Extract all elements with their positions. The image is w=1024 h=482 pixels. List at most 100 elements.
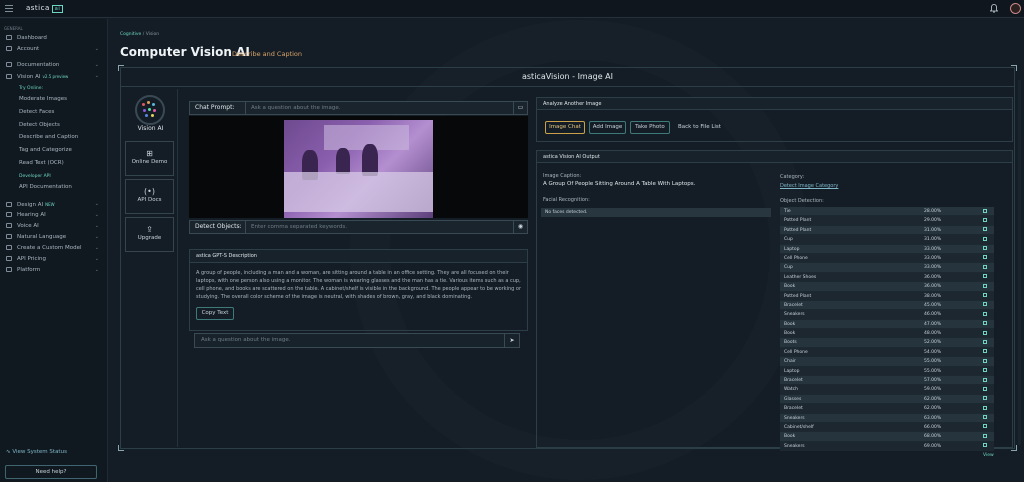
table-row: Laptop55.00%View	[780, 366, 994, 383]
chevron-down-icon: ⌄	[94, 211, 99, 218]
system-status-link[interactable]: ∿ View System Status	[6, 449, 67, 455]
table-row: Bracelet57.00%View	[780, 376, 994, 392]
sidebar-item[interactable]: Natural Language ⌄	[0, 232, 107, 243]
logo-dot	[142, 103, 145, 106]
page-title: Computer Vision AI	[120, 45, 250, 59]
back-to-file-list-link[interactable]: Back to File List	[678, 124, 721, 130]
image-preview-area	[189, 116, 528, 218]
object-name: Cabinet/shelf	[784, 424, 814, 430]
object-name: Bracelet	[784, 378, 803, 384]
view-icon	[983, 386, 987, 391]
sidebar-item[interactable]: Design AI NEW ⌄	[0, 199, 107, 210]
detect-objects-input[interactable]: Enter comma separated keywords.	[251, 221, 347, 233]
sidebar-item[interactable]: Create a Custom Model ⌄	[0, 243, 107, 254]
object-name: Sneakers	[784, 312, 805, 318]
detect-category-link[interactable]: Detect Image Category	[780, 183, 838, 189]
object-name: Tie	[784, 209, 791, 214]
sidebar-item-icon	[6, 35, 12, 40]
object-name: Bracelet	[784, 302, 803, 308]
table-row: Book48.00%View	[780, 329, 994, 345]
table-row: Cell Phone54.00%View	[780, 347, 994, 364]
sidebar-item[interactable]: Account ⌄	[0, 44, 107, 55]
sidebar-subitem[interactable]: Detect Objects	[0, 119, 107, 132]
send-icon[interactable]: ➤	[504, 334, 519, 347]
sidebar-subitem[interactable]: API Documentation	[0, 181, 107, 194]
object-confidence: 38.00%	[924, 293, 942, 299]
page-subtitle: Describe and Caption	[232, 50, 303, 58]
sidebar-item[interactable]: Dashboard	[0, 33, 107, 44]
view-object-button[interactable]: View	[983, 442, 994, 461]
object-confidence: 69.00%	[924, 443, 942, 449]
object-name: Potted Plant	[784, 218, 812, 224]
object-confidence: 62.00%	[924, 406, 942, 412]
chevron-down-icon: ⌄	[94, 73, 99, 79]
chevron-down-icon: ⌄	[94, 222, 99, 229]
object-name: Potted Plant	[784, 293, 812, 299]
need-help-button[interactable]: Need help?	[5, 465, 97, 479]
ask-question-input[interactable]: Ask a question about the image.	[201, 334, 290, 347]
sidebar-subitem[interactable]: Moderate Images	[0, 93, 107, 106]
table-row: Cup33.00%View	[780, 263, 994, 280]
view-icon	[983, 264, 987, 269]
sidebar-subitem[interactable]: Detect Faces	[0, 106, 107, 119]
sidebar-item[interactable]: Hearing AI ⌄	[0, 210, 107, 221]
sidebar-item[interactable]: API Pricing ⌄	[0, 254, 107, 265]
chat-prompt-input[interactable]: Ask a question about the image.	[251, 102, 340, 114]
user-avatar[interactable]	[1010, 3, 1021, 14]
uploaded-image[interactable]	[284, 120, 433, 218]
sidebar-item-icon	[6, 233, 12, 239]
object-name: Cell Phone	[784, 255, 808, 261]
object-name: Chair	[784, 359, 796, 365]
view-icon	[983, 377, 987, 382]
online-demo-label: Online Demo	[131, 159, 168, 165]
object-name: Leather Shoes	[784, 274, 817, 280]
sidebar-item[interactable]: Documentation ⌄	[0, 60, 107, 71]
sidebar-item-icon	[6, 62, 12, 67]
object-confidence: 68.00%	[924, 434, 942, 440]
menu-icon[interactable]	[5, 5, 13, 12]
copy-text-button[interactable]: Copy Text	[196, 307, 234, 320]
sidebar-item[interactable]: Voice AI ⌄	[0, 221, 107, 232]
logo-dot	[148, 108, 151, 111]
online-demo-button[interactable]: ⊞ Online Demo	[125, 141, 174, 176]
upgrade-button[interactable]: ⇪ Upgrade	[125, 217, 174, 252]
sidebar-subitem[interactable]: Describe and Caption	[0, 131, 107, 144]
sidebar-item-label: Create a Custom Model	[17, 244, 82, 251]
view-icon	[983, 349, 987, 354]
sidebar-item[interactable]: Platform ⌄	[0, 265, 107, 276]
table-row: Tie28.00%View	[780, 207, 994, 223]
api-docs-button[interactable]: (•) API Docs	[125, 179, 174, 214]
brand-logo[interactable]: astica ai	[26, 4, 64, 13]
object-confidence: 33.00%	[924, 255, 942, 261]
sidebar-subitem[interactable]: Read Text (OCR)	[0, 157, 107, 170]
system-status-label: View System Status	[12, 449, 67, 455]
object-detection-table: Tie28.00%ViewPotted Plant29.00%ViewPotte…	[780, 207, 994, 458]
object-name: Glasses	[784, 396, 802, 402]
breadcrumb-cognitive[interactable]: Cognitive	[120, 32, 141, 37]
sidebar-item-label: Hearing AI	[17, 211, 46, 218]
gpt-description-title: astica GPT-S Description	[190, 250, 527, 263]
detect-objects-label: Detect Objects:	[190, 221, 246, 233]
view-icon	[983, 405, 987, 410]
chat-icon[interactable]: ▭	[513, 102, 527, 114]
eye-icon[interactable]: ◉	[513, 221, 527, 233]
sidebar-item-icon	[6, 74, 12, 79]
object-name: Watch	[784, 387, 799, 393]
view-icon	[983, 236, 987, 241]
view-icon	[983, 415, 987, 420]
image-person	[336, 148, 350, 174]
object-confidence: 31.00%	[924, 237, 942, 243]
sidebar-item[interactable]: Vision AI v2.5 preview ⌄	[0, 71, 107, 82]
object-confidence: 55.00%	[924, 359, 942, 365]
add-image-button[interactable]: Add Image	[589, 121, 626, 134]
bell-icon[interactable]	[990, 4, 998, 13]
object-confidence: 54.00%	[924, 349, 942, 355]
object-name: Book	[784, 321, 796, 327]
object-confidence: 63.00%	[924, 415, 942, 421]
sidebar-item-icon	[6, 201, 12, 207]
take-photo-button[interactable]: Take Photo	[630, 121, 670, 134]
sidebar-subitem[interactable]: Tag and Categorize	[0, 144, 107, 157]
view-icon	[983, 208, 987, 213]
image-chat-button[interactable]: Image Chat	[545, 121, 585, 134]
page-scrollbar[interactable]	[1018, 80, 1021, 445]
